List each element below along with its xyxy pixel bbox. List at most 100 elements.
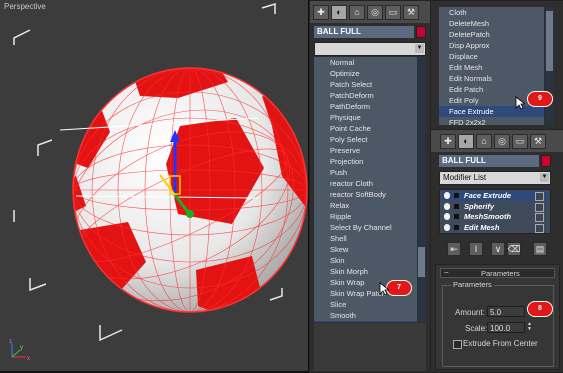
- create-tab-icon-2[interactable]: ✚: [440, 134, 456, 149]
- stack-item-checkbox[interactable]: [535, 223, 544, 233]
- modifier-list-item[interactable]: PatchDeform: [314, 90, 417, 101]
- perspective-viewport[interactable]: Perspective x z y: [0, 0, 308, 371]
- modifier-list-select[interactable]: Modifier List ▼: [439, 171, 551, 185]
- lightbulb-icon[interactable]: [444, 192, 450, 199]
- configure-modifier-sets-icon[interactable]: ▤: [533, 242, 547, 256]
- hierarchy-tab-icon-2[interactable]: ⌂: [476, 134, 492, 149]
- stack-item-checkbox[interactable]: [535, 213, 544, 222]
- amount-label: Amount:: [455, 308, 485, 317]
- expand-icon[interactable]: [454, 224, 459, 230]
- axis-y-label: y: [20, 345, 23, 351]
- top-list-item[interactable]: DeletePatch: [439, 29, 544, 40]
- stack-item-label: Spherify: [464, 201, 495, 211]
- display-tab-icon-2[interactable]: ▭: [512, 134, 528, 149]
- modifier-list-item[interactable]: Skew: [314, 244, 417, 255]
- top-list-item[interactable]: Cloth: [439, 7, 544, 18]
- modifier-list-item[interactable]: Spherify: [314, 321, 417, 322]
- viewport-scene: [13, 2, 308, 342]
- modifier-list-item[interactable]: reactor SoftBody: [314, 189, 417, 200]
- modifier-list-item[interactable]: Relax: [314, 200, 417, 211]
- modifier-list-item[interactable]: Smooth: [314, 310, 417, 321]
- right-command-panel-tabs: ✚ ◐ ⌂ ◎ ▭ ⚒: [431, 130, 563, 152]
- top-list-item[interactable]: Edit Mesh: [439, 62, 544, 73]
- show-end-result-icon[interactable]: Ⅰ: [469, 242, 483, 256]
- modifier-list-item[interactable]: Poly Select: [314, 134, 417, 145]
- top-list-item[interactable]: DeleteMesh: [439, 18, 544, 29]
- stack-item-label: Face Extrude: [464, 191, 512, 200]
- modify-tab-icon[interactable]: ◐: [331, 5, 347, 20]
- modifier-list-item[interactable]: Optimize: [314, 68, 417, 79]
- expand-icon[interactable]: [454, 203, 459, 209]
- modifier-list-item[interactable]: Push: [314, 167, 417, 178]
- modifier-list-item[interactable]: PathDeform: [314, 101, 417, 112]
- utilities-tab-icon-2[interactable]: ⚒: [530, 134, 546, 149]
- stack-item[interactable]: Spherify: [442, 202, 548, 212]
- extrude-from-center-checkbox[interactable]: [453, 340, 462, 349]
- remove-modifier-icon[interactable]: ⌫: [507, 242, 521, 256]
- make-unique-icon[interactable]: ∨: [491, 242, 505, 256]
- lightbulb-icon[interactable]: [444, 202, 450, 210]
- modifier-list-item[interactable]: reactor Cloth: [314, 178, 417, 189]
- stack-item[interactable]: MeshSmooth: [442, 212, 548, 222]
- amount-spinner[interactable]: 5.0: [487, 306, 525, 317]
- object-name-field[interactable]: BALL FULL: [314, 26, 414, 38]
- modifier-list-item[interactable]: Physique: [314, 112, 417, 123]
- expand-icon[interactable]: [454, 214, 459, 219]
- modifier-list-item[interactable]: Skin Morph: [314, 266, 417, 277]
- stack-toolbar: ⇤ Ⅰ ∨ ⌫ ▤: [439, 240, 551, 258]
- expand-icon[interactable]: [454, 193, 459, 198]
- modifier-list-item[interactable]: Select By Channel: [314, 222, 417, 233]
- stack-item-label: Edit Mesh: [464, 222, 500, 232]
- hierarchy-tab-icon[interactable]: ⌂: [349, 5, 365, 20]
- pin-stack-icon[interactable]: ⇤: [447, 242, 461, 256]
- top-list-item[interactable]: FFD 2x2x2: [439, 117, 544, 125]
- object-name-field-2[interactable]: BALL FULL: [439, 155, 539, 167]
- create-tab-icon[interactable]: ✚: [313, 5, 329, 20]
- top-list-item[interactable]: Edit Patch: [439, 84, 544, 95]
- stack-item-checkbox[interactable]: [535, 202, 544, 212]
- motion-tab-icon[interactable]: ◎: [367, 5, 383, 20]
- modifier-list-scrollbar[interactable]: [417, 57, 426, 322]
- step-badge-7: 7: [387, 281, 411, 295]
- lightbulb-icon[interactable]: [444, 223, 450, 231]
- modifier-list-item[interactable]: Patch Select: [314, 79, 417, 90]
- modifier-stack[interactable]: Face Extrude Spherify MeshSmooth Edit Mesh: [439, 189, 551, 234]
- motion-tab-icon-2[interactable]: ◎: [494, 134, 510, 149]
- modifier-list-dropdown[interactable]: ▼: [314, 42, 426, 56]
- modifier-list-item[interactable]: Projection: [314, 156, 417, 167]
- top-list-item[interactable]: Face Extrude: [439, 106, 544, 117]
- top-scrollbar-thumb[interactable]: [546, 11, 553, 71]
- modifier-list-item[interactable]: Shell: [314, 233, 417, 244]
- modifier-list-item[interactable]: Skin: [314, 255, 417, 266]
- stack-item-checkbox[interactable]: [535, 192, 544, 201]
- top-list-item[interactable]: Displace: [439, 51, 544, 62]
- modifier-list-item[interactable]: Point Cache: [314, 123, 417, 134]
- modifier-list-item[interactable]: Slice: [314, 299, 417, 310]
- parameters-rollout-title: Parameters: [481, 269, 520, 278]
- object-color-swatch-2[interactable]: [541, 155, 551, 167]
- scale-spinner-arrows-icon[interactable]: ▲ ▼: [527, 322, 532, 333]
- scale-spinner[interactable]: 100.0: [487, 322, 525, 333]
- modify-tab-icon-2[interactable]: ◐: [458, 134, 474, 149]
- top-list-item[interactable]: Disp Approx: [439, 40, 544, 51]
- axis-x-label: x: [27, 356, 30, 362]
- modifier-list-item[interactable]: Normal: [314, 57, 417, 68]
- modifier-list-item[interactable]: Preserve: [314, 145, 417, 156]
- parameters-rollout-header[interactable]: − Parameters: [440, 268, 555, 278]
- display-tab-icon[interactable]: ▭: [385, 5, 401, 20]
- panel-lower-area: [314, 323, 426, 371]
- object-color-swatch[interactable]: [416, 26, 426, 38]
- modifier-list-item[interactable]: Ripple: [314, 211, 417, 222]
- top-list-scrollbar[interactable]: [545, 7, 554, 125]
- chevron-down-icon: ▼: [415, 44, 424, 53]
- top-list-item[interactable]: Edit Normals: [439, 73, 544, 84]
- utilities-tab-icon[interactable]: ⚒: [403, 5, 419, 20]
- stack-item[interactable]: Face Extrude: [442, 191, 548, 201]
- top-modifier-list[interactable]: Cloth DeleteMesh DeletePatch Disp Approx Dis…: [439, 7, 544, 125]
- stack-item-label: MeshSmooth: [464, 212, 512, 221]
- stack-item[interactable]: Edit Mesh: [442, 223, 548, 233]
- modifier-list-label: Modifier List: [443, 173, 487, 182]
- scrollbar-thumb[interactable]: [418, 247, 425, 277]
- lightbulb-icon[interactable]: [444, 213, 450, 220]
- command-panel-tabs: ✚ ◐ ⌂ ◎ ▭ ⚒: [310, 1, 430, 23]
